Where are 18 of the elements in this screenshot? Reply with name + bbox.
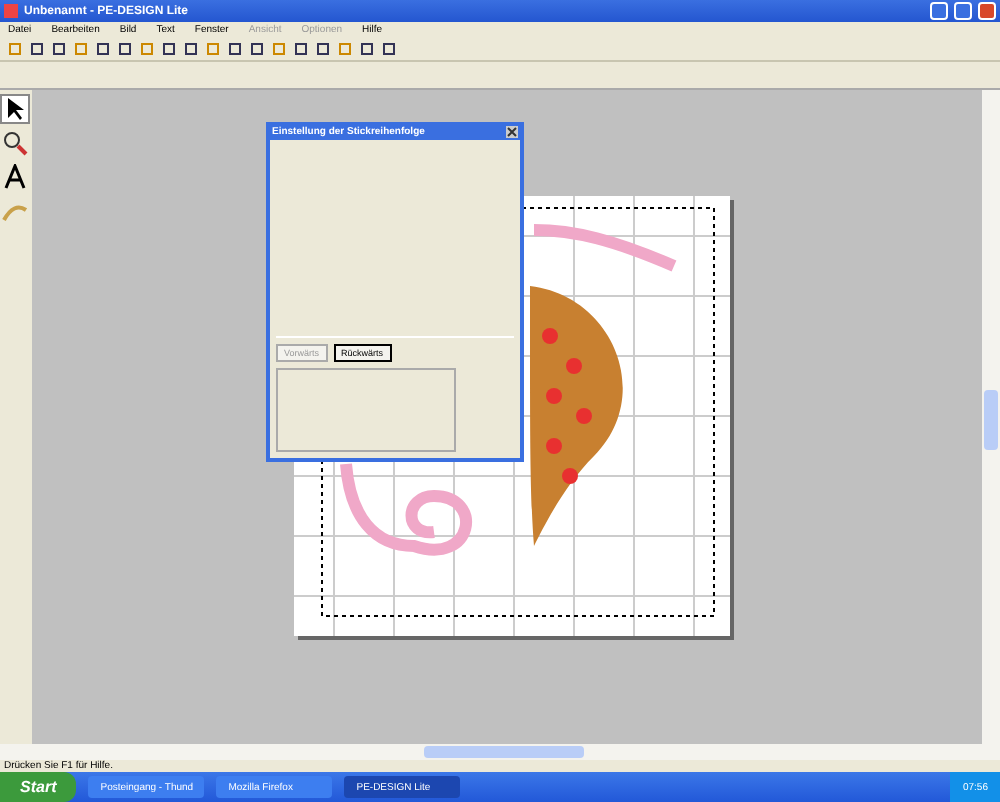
arrow-icon bbox=[2, 96, 28, 122]
zoom-tool[interactable] bbox=[0, 128, 30, 158]
arrow-tool[interactable] bbox=[0, 94, 30, 124]
text-icon bbox=[2, 164, 28, 190]
start-button[interactable]: Start bbox=[0, 772, 77, 802]
stitch-curve bbox=[533, 224, 677, 272]
zoom-icon bbox=[2, 130, 28, 156]
horizontal-scrollbar[interactable] bbox=[0, 744, 1000, 760]
maximize-button[interactable] bbox=[954, 2, 972, 20]
scroll-thumb[interactable] bbox=[984, 390, 998, 450]
app-icon bbox=[4, 4, 18, 18]
vertical-scrollbar[interactable] bbox=[982, 90, 1000, 744]
spiral-stitch-curve bbox=[340, 463, 472, 556]
close-icon[interactable] bbox=[506, 125, 518, 137]
minimize-button[interactable] bbox=[930, 2, 948, 20]
close-button[interactable] bbox=[978, 2, 996, 20]
text-tool[interactable] bbox=[0, 162, 30, 192]
scroll-thumb[interactable] bbox=[424, 746, 584, 758]
